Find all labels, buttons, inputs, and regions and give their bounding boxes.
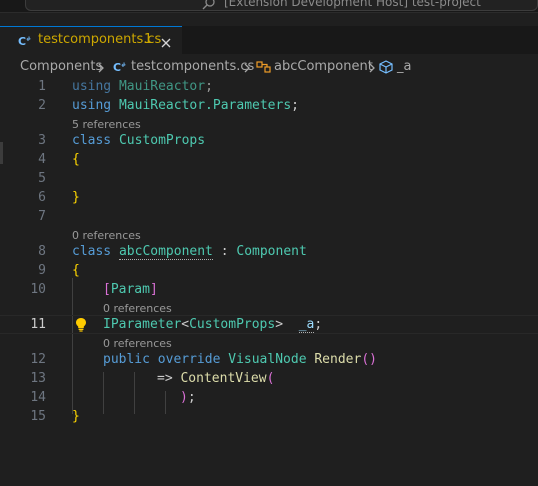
base-type: Component [236, 244, 307, 259]
code-editor[interactable]: 1 2 3 4 5 6 7 8 9 10 11 12 13 14 15 usin… [0, 76, 538, 486]
line-number: 10 [30, 282, 46, 297]
code-line: IParameter<CustomProps> _a; [103, 317, 323, 333]
code-line: using MauiReactor; [72, 79, 213, 94]
punctuation: ; [314, 317, 323, 332]
keyword-using: using [72, 98, 112, 113]
keyword-class: class [72, 244, 112, 259]
line-number: 13 [30, 371, 46, 386]
namespace: MauiReactor [118, 79, 206, 94]
line-number: 4 [38, 152, 46, 167]
svg-text:C: C [113, 61, 121, 74]
code-line: } [72, 190, 80, 205]
tab-testcomponents[interactable]: C # testcomponents.cs 1 [0, 26, 182, 54]
namespace: MauiReactor.Parameters [118, 98, 292, 113]
breadcrumb-class[interactable]: abcComponent [274, 59, 373, 74]
keyword-public: public [103, 352, 150, 367]
line-number: 7 [38, 209, 46, 224]
arrow-operator: => [157, 371, 173, 386]
chevron-right-icon [243, 62, 251, 77]
punctuation: ; [187, 390, 196, 405]
command-center[interactable]: [Extension Development Host] test-projec… [25, 0, 538, 11]
method-call: ContentView [180, 371, 267, 386]
code-line: public override VisualNode Render() [103, 352, 377, 367]
field-name: _a [298, 317, 315, 333]
csharp-file-icon: C # [18, 33, 32, 52]
title-bar: [Extension Development Host] test-projec… [0, 0, 538, 13]
svg-text:#: # [26, 36, 31, 43]
line-number: 3 [38, 133, 46, 148]
class-name: abcComponent [118, 244, 213, 260]
attribute-name: Param [110, 282, 150, 297]
line-number-active: 11 [30, 317, 46, 332]
line-number: 15 [30, 409, 46, 424]
code-line: { [72, 152, 80, 167]
bracket: [ [103, 282, 111, 297]
line-number: 5 [38, 171, 46, 186]
chevron-right-icon [368, 62, 376, 77]
code-line: class CustomProps [72, 133, 205, 148]
bracket: ] [149, 282, 158, 297]
brace: } [72, 190, 80, 205]
code-lens-references[interactable]: 0 references [72, 229, 141, 242]
command-center-text: [Extension Development Host] test-projec… [224, 0, 481, 9]
punctuation: ; [291, 98, 299, 113]
punctuation: : [212, 244, 237, 259]
type-argument: CustomProps [189, 317, 276, 332]
keyword-using: using [72, 79, 112, 94]
problem-count-badge: 1 [144, 32, 153, 47]
close-icon[interactable] [160, 34, 172, 53]
svg-text:#: # [121, 62, 126, 69]
line-number: 14 [30, 390, 46, 405]
breadcrumb-folder[interactable]: Components [20, 59, 102, 74]
keyword-override: override [157, 352, 221, 367]
brace: { [72, 152, 80, 167]
indent-guide [165, 391, 166, 414]
code-line: class abcComponent : Component [72, 244, 307, 260]
punctuation: > [275, 317, 284, 332]
code-line: } [72, 409, 80, 424]
indent-guide [134, 372, 135, 414]
line-number: 9 [38, 263, 46, 278]
punctuation: < [181, 317, 190, 332]
code-lens-references[interactable]: 0 references [103, 302, 172, 315]
punctuation: ; [205, 79, 213, 94]
line-number: 6 [38, 190, 46, 205]
parenthesis: ) [180, 390, 188, 405]
parentheses: () [361, 352, 377, 367]
code-line: using MauiReactor.Parameters; [72, 98, 299, 113]
indent-guide [103, 372, 104, 414]
line-number: 8 [38, 244, 46, 259]
line-number: 2 [38, 98, 46, 113]
line-number: 1 [38, 79, 46, 94]
chevron-right-icon [97, 62, 105, 77]
method-name: Render [314, 352, 362, 367]
class-name: CustomProps [118, 133, 206, 148]
code-lens-references[interactable]: 0 references [103, 337, 172, 350]
breadcrumb-member[interactable]: _a [397, 59, 411, 74]
return-type: VisualNode [228, 352, 307, 367]
code-line: => ContentView( [157, 371, 274, 386]
code-line: ); [180, 390, 196, 405]
indent-guide [72, 278, 73, 414]
breadcrumb-file[interactable]: testcomponents.cs [131, 59, 254, 74]
search-icon [202, 0, 216, 15]
breadcrumb: Components C # testcomponents.cs abcCompo… [0, 56, 538, 78]
code-line: { [72, 263, 80, 278]
line-number: 12 [30, 352, 46, 367]
code-lens-references[interactable]: 5 references [72, 118, 141, 131]
keyword-class: class [72, 133, 112, 148]
type-name: IParameter [103, 317, 182, 332]
brace: { [72, 263, 80, 278]
svg-text:C: C [18, 35, 26, 48]
code-line: [Param] [103, 282, 158, 297]
tab-label: testcomponents.cs [38, 32, 162, 47]
brace: } [72, 409, 80, 424]
parenthesis: ( [266, 371, 275, 386]
tab-bar: C # testcomponents.cs 1 [0, 26, 538, 54]
lightbulb-icon[interactable] [74, 317, 88, 336]
